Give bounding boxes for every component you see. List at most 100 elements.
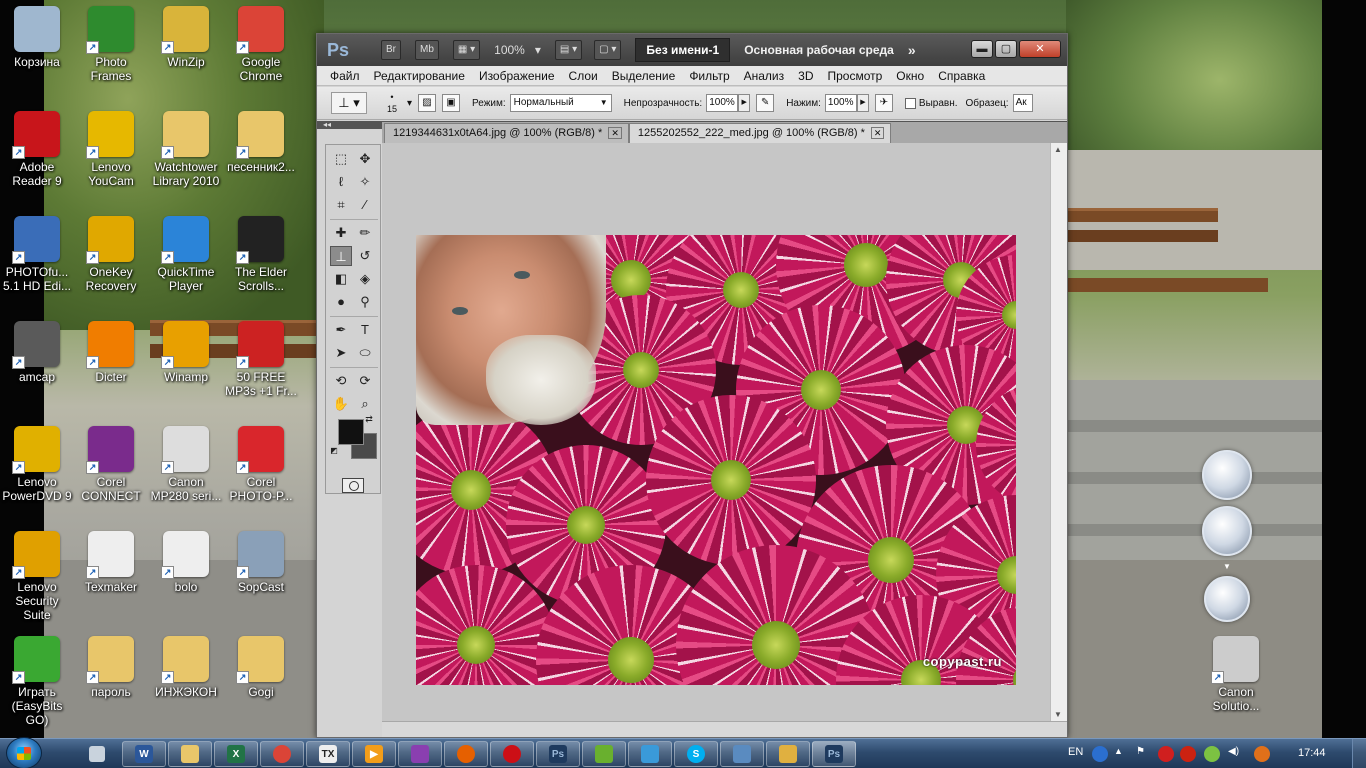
desktop-icon-19[interactable]: ↗ Corel PHOTO-P... (224, 426, 298, 503)
paint-bucket-tool-icon[interactable]: ◈ (354, 269, 376, 289)
taskbar-texmaker-icon[interactable]: TX (306, 741, 350, 767)
close-tab-2-icon[interactable]: ✕ (870, 127, 885, 139)
menu-select[interactable]: Выделение (605, 69, 683, 83)
gadget-bubble-icon[interactable] (1204, 576, 1250, 622)
zoom-tool-icon[interactable]: ⌕ (354, 394, 376, 414)
desktop-icon-25[interactable]: ↗ пароль (74, 636, 148, 699)
quick-mask-button[interactable] (342, 478, 364, 493)
desktop-icon-12[interactable]: ↗ amcap (0, 321, 74, 384)
desktop-icon-0[interactable]: Корзина (0, 6, 74, 69)
sample-select[interactable]: Ак (1012, 94, 1033, 112)
menu-edit[interactable]: Редактирование (367, 69, 472, 83)
brush-dropdown-icon[interactable]: ▾ (407, 98, 412, 109)
move-tool-icon[interactable]: ✥ (354, 149, 376, 169)
photoshop-window[interactable]: Ps Br Mb ▦ ▾ 100% ▾ ▤ ▾ ▢ ▾ Без имени-1 … (316, 33, 1068, 738)
document-title-tab[interactable]: Без имени-1 (635, 38, 731, 62)
more-workspaces-button[interactable]: » (908, 42, 916, 58)
desktop-icon-26[interactable]: ↗ ИНЖЭКОН (149, 636, 223, 699)
vertical-scrollbar[interactable]: ▲ ▼ (1050, 143, 1067, 721)
document-image[interactable]: copypast.ru (416, 235, 1016, 685)
tray-red-icon[interactable] (1180, 746, 1196, 762)
eyedropper-tool-icon[interactable]: ⁄ (354, 195, 376, 215)
canvas-pasteboard[interactable]: copypast.ru (382, 143, 1050, 721)
tray-green-icon[interactable] (1204, 746, 1220, 762)
taskbar-explorer-icon[interactable] (168, 741, 212, 767)
input-language-indicator[interactable]: EN (1068, 746, 1083, 758)
desktop-icon-18[interactable]: ↗ Canon MP280 seri... (149, 426, 223, 503)
brush-preset-picker[interactable]: • 15 (377, 91, 407, 115)
menu-3d[interactable]: 3D (791, 69, 820, 83)
desktop-icon-28[interactable]: ↗ Canon Solutio... (1199, 636, 1273, 713)
desktop-icon-11[interactable]: ↗ The Elder Scrolls... (224, 216, 298, 293)
start-button[interactable] (6, 737, 42, 768)
3d-orbit-tool-icon[interactable]: ⟳ (354, 371, 376, 391)
taskbar-paint-icon[interactable] (766, 741, 810, 767)
flow-input[interactable]: 100% (824, 94, 857, 112)
history-brush-tool-icon[interactable]: ↺ (354, 246, 376, 266)
desktop-icon-17[interactable]: ↗ Corel CONNECT (74, 426, 148, 503)
zoom-dropdown-icon[interactable]: ▾ (535, 43, 541, 57)
gadget-orb-icon[interactable] (1202, 450, 1252, 500)
desktop-icon-8[interactable]: ↗ PHOTOfu... 5.1 HD Edi... (0, 216, 74, 293)
clone-source-panel-icon[interactable]: ▣ (442, 94, 461, 112)
dodge-tool-icon[interactable]: ⚲ (354, 292, 376, 312)
close-tab-1-icon[interactable]: ✕ (608, 127, 622, 139)
tray-flag-icon[interactable]: ⚑ (1136, 746, 1152, 762)
taskbar-app-icon[interactable] (398, 741, 442, 767)
pen-tool-icon[interactable]: ✒ (330, 320, 352, 340)
document-tab-2[interactable]: 1255202552_222_med.jpg @ 100% (RGB/8) * ✕ (628, 123, 892, 143)
desktop-icon-15[interactable]: ↗ 50 FREE MP3s +1 Fr... (224, 321, 298, 398)
bridge-button[interactable]: Br (381, 40, 401, 60)
desktop-icon-27[interactable]: ↗ Gogi (224, 636, 298, 699)
taskbar-firefox-icon[interactable] (444, 741, 488, 767)
menu-view[interactable]: Просмотр (820, 69, 889, 83)
desktop-icon-6[interactable]: ↗ Watchtower Library 2010 (149, 111, 223, 188)
tablet-opacity-icon[interactable]: ✎ (756, 94, 775, 112)
desktop-icon-22[interactable]: ↗ bolo (149, 531, 223, 594)
opacity-input[interactable]: 100% (706, 94, 739, 112)
taskbar-skype-icon[interactable]: S (674, 741, 718, 767)
brush-tool-icon[interactable]: ✏ (354, 223, 376, 243)
mini-bridge-button[interactable]: Mb (415, 40, 439, 60)
desktop-icon-16[interactable]: ↗ Lenovo PowerDVD 9 (0, 426, 74, 503)
taskbar-green-app-icon[interactable] (582, 741, 626, 767)
workspace-switcher[interactable]: Основная рабочая среда (744, 43, 894, 57)
crop-tool-icon[interactable]: ⌗ (330, 195, 352, 215)
maximize-button[interactable]: ▢ (995, 40, 1017, 58)
blur-tool-icon[interactable]: ● (330, 292, 352, 312)
default-colors-icon[interactable]: ◩ (328, 445, 340, 457)
taskbar-word-icon[interactable]: W (122, 741, 166, 767)
menu-filter[interactable]: Фильтр (682, 69, 736, 83)
collapse-panels-icon[interactable]: ◂◂ (323, 120, 331, 129)
menu-analysis[interactable]: Анализ (737, 69, 792, 83)
tray-avast-icon[interactable] (1254, 746, 1270, 762)
taskbar-media-player-icon[interactable]: ▶ (352, 741, 396, 767)
taskbar-opera-icon[interactable] (490, 741, 534, 767)
clone-stamp-tool-icon[interactable]: ⊥ (330, 246, 352, 266)
scroll-down-icon[interactable]: ▼ (1054, 710, 1062, 719)
clone-stamp-tool-preset-icon[interactable]: ⊥ ▾ (331, 92, 367, 114)
desktop-icon-13[interactable]: ↗ Dicter (74, 321, 148, 384)
3d-rotate-tool-icon[interactable]: ⟲ (330, 371, 352, 391)
desktop-icon-7[interactable]: ↗ песенник2... (224, 111, 298, 174)
menu-layers[interactable]: Слои (562, 69, 605, 83)
menu-window[interactable]: Окно (889, 69, 931, 83)
scroll-up-icon[interactable]: ▲ (1054, 145, 1062, 154)
flow-slider-button[interactable]: ▶ (856, 94, 869, 112)
gadget-expand-icon[interactable]: ▼ (1223, 562, 1231, 571)
desktop-icon-3[interactable]: ↗ Google Chrome (224, 6, 298, 83)
taskbar-photoshop-icon[interactable]: Ps (536, 741, 580, 767)
tray-arrow-icon[interactable]: ▲ (1114, 746, 1130, 762)
desktop-icon-23[interactable]: ↗ SopCast (224, 531, 298, 594)
tray-opera-icon[interactable] (1158, 746, 1174, 762)
path-selection-tool-icon[interactable]: ➤ (330, 343, 352, 363)
help-tray-icon[interactable] (1092, 746, 1108, 762)
taskbar-messenger-icon[interactable] (628, 741, 672, 767)
menu-image[interactable]: Изображение (472, 69, 562, 83)
desktop-icon-21[interactable]: ↗ Texmaker (74, 531, 148, 594)
aligned-checkbox[interactable] (904, 97, 916, 109)
desktop-icon-2[interactable]: ↗ WinZip (149, 6, 223, 69)
desktop-icon-4[interactable]: ↗ Adobe Reader 9 (0, 111, 74, 188)
eraser-tool-icon[interactable]: ◧ (330, 269, 352, 289)
view-extras-button[interactable]: ▦ ▾ (452, 40, 481, 60)
